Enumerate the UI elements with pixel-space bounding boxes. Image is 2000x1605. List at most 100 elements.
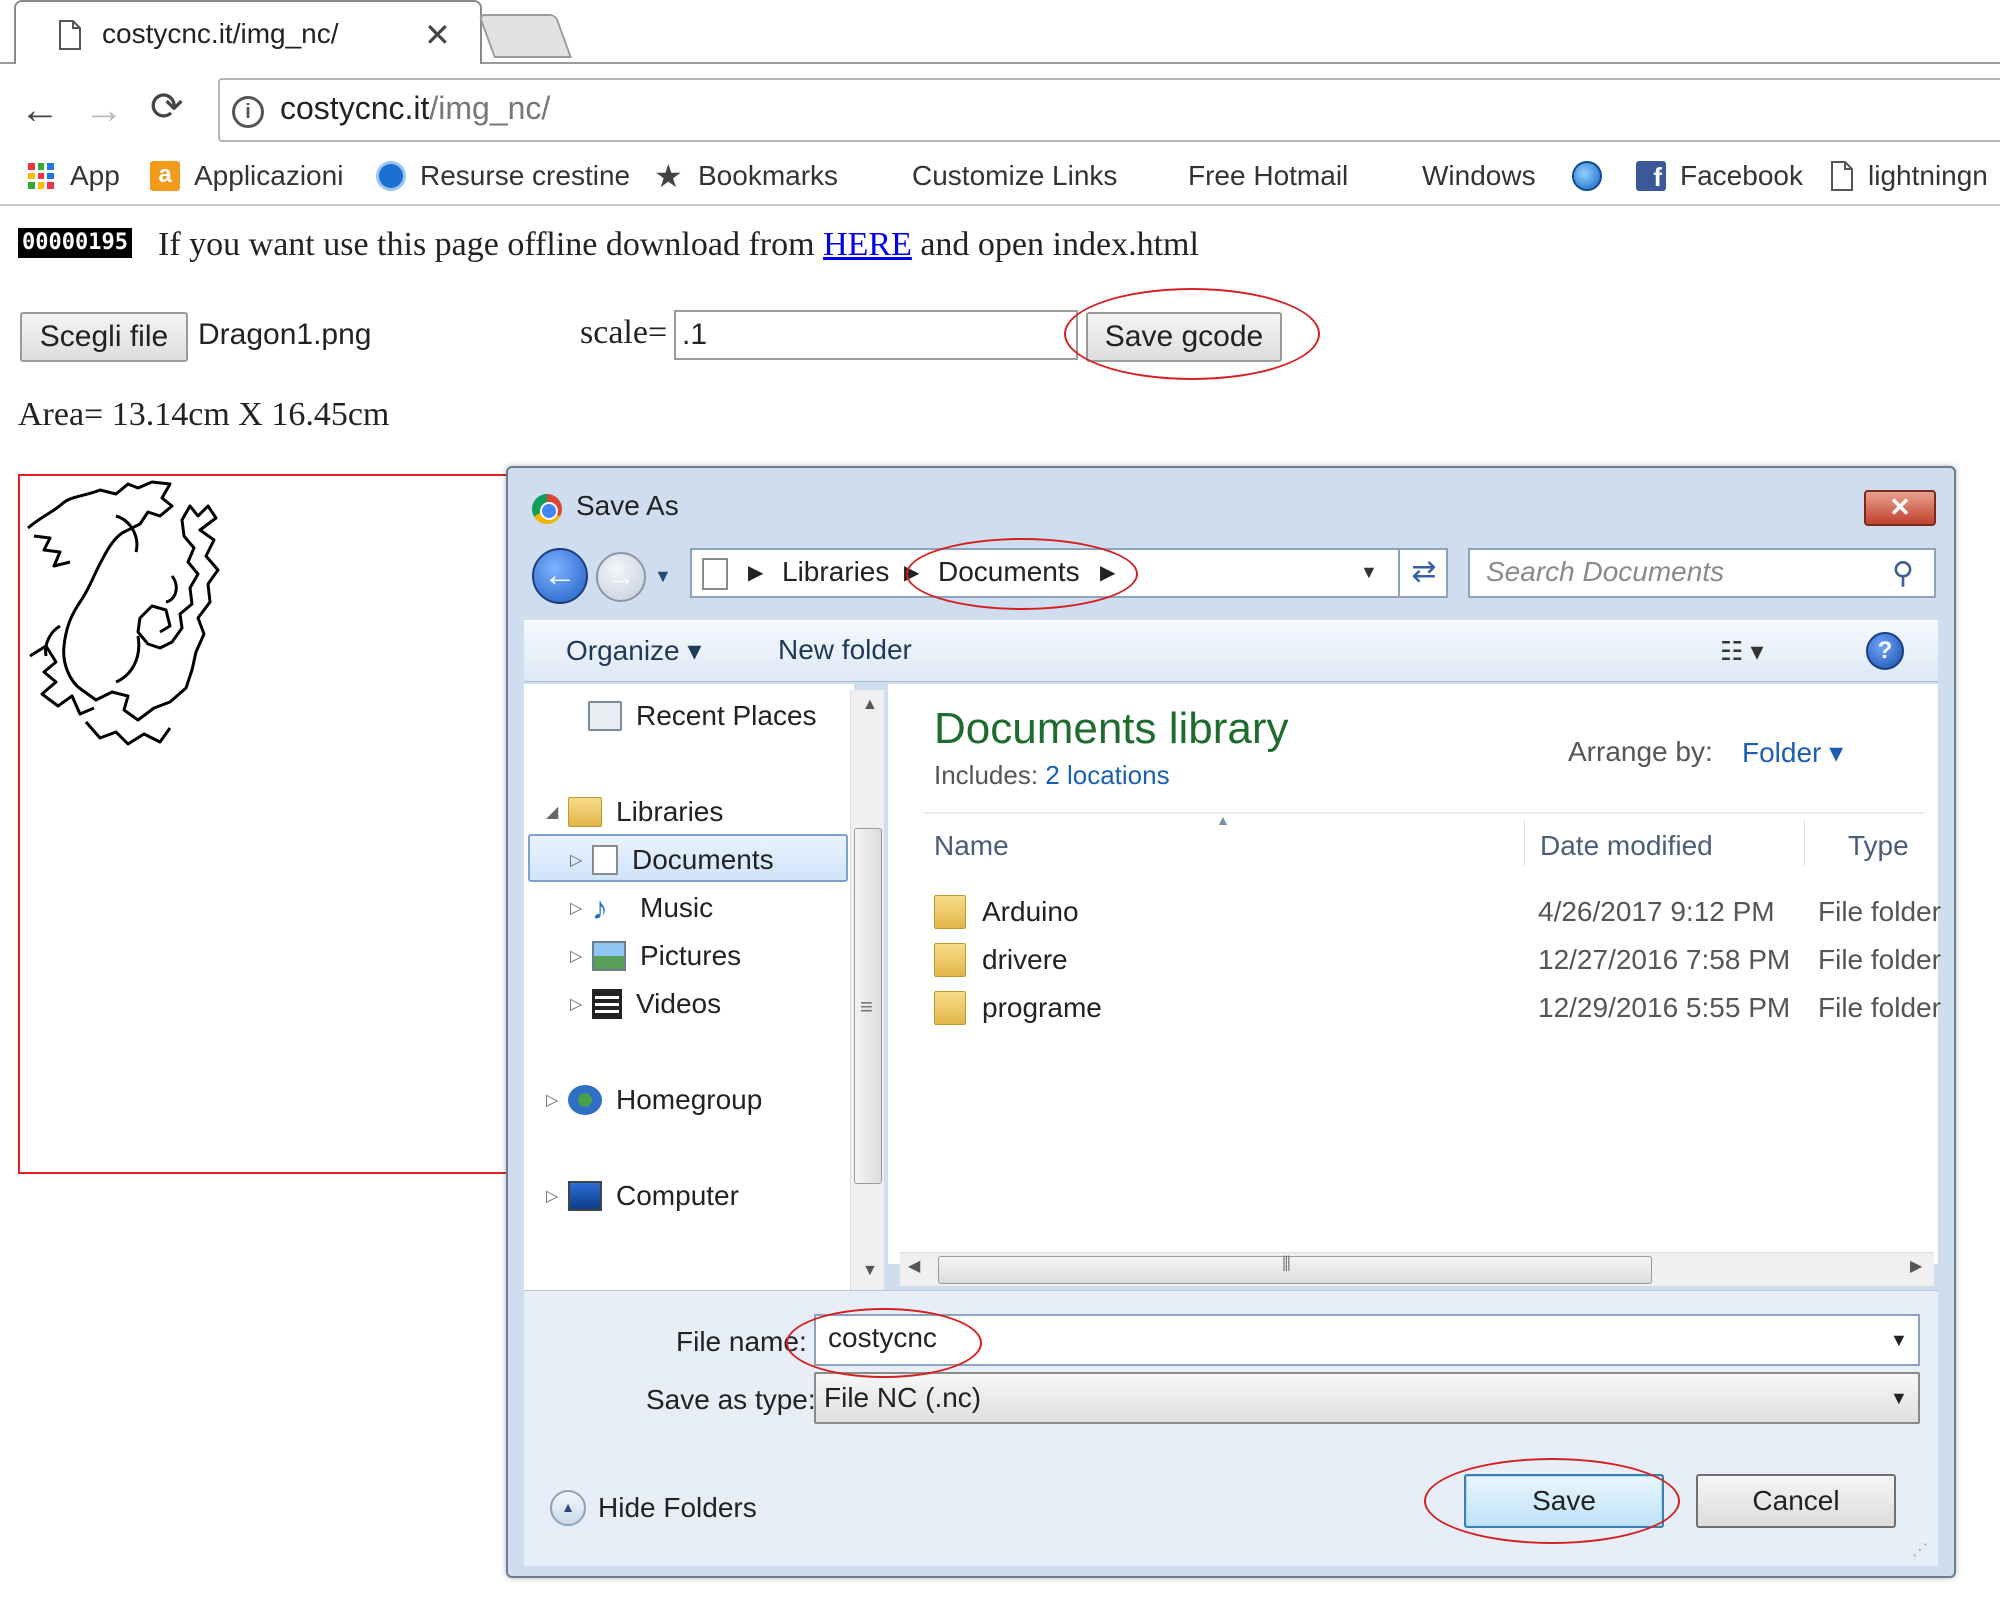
column-header-date[interactable]: Date modified [1540,830,1713,862]
organize-button[interactable]: Organize ▾ [566,634,701,667]
column-header-name[interactable]: Name [934,830,1009,862]
nav-item-recent-places[interactable]: Recent Places [566,694,817,738]
save-type-label: Save as type: [646,1384,816,1415]
includes-locations-link[interactable]: 2 locations [1045,760,1169,790]
chevron-up-icon[interactable]: ▲ [550,1490,586,1526]
bookmark-windows[interactable]: Windows [1378,154,1536,198]
file-row-date: 4/26/2017 9:12 PM [1538,896,1775,927]
resize-grip-icon[interactable]: ⋰ [1912,1540,1928,1560]
address-dropdown-icon[interactable]: ▼ [1360,562,1378,583]
bookmark-facebook[interactable]: f Facebook [1636,154,1803,198]
change-view-icon[interactable]: ☷ ▾ [1720,636,1764,667]
expand-icon[interactable]: ▷ [546,1186,568,1206]
column-divider[interactable] [1524,818,1525,866]
new-tab-button[interactable] [477,14,573,58]
download-link[interactable]: HERE [823,226,912,263]
nav-item-homegroup[interactable]: ▷ Homegroup [546,1078,762,1122]
libraries-icon [568,797,602,827]
expand-icon[interactable]: ▷ [570,946,592,966]
offline-text-before: If you want use this page offline downlo… [158,226,824,263]
save-gcode-button[interactable]: Save gcode [1086,312,1282,362]
new-folder-button[interactable]: New folder [778,634,912,666]
scroll-left-icon[interactable]: ◀ [908,1256,920,1276]
scroll-down-icon[interactable]: ▼ [862,1262,878,1280]
breadcrumb-arrow-icon[interactable]: ▶ [904,560,919,585]
breadcrumb-arrow-icon[interactable]: ▶ [748,560,763,585]
save-type-dropdown-icon[interactable]: ▼ [1890,1388,1908,1409]
music-icon: ♪ [592,890,608,926]
search-icon[interactable]: ⚲ [1892,556,1914,591]
scale-input[interactable]: .1 [674,310,1078,360]
nav-item-label: Videos [636,988,722,1019]
scroll-up-icon[interactable]: ▲ [862,696,878,714]
folder-icon [934,991,966,1025]
help-icon[interactable]: ? [1866,632,1904,670]
breadcrumb-documents[interactable]: Documents [938,556,1080,588]
nav-item-libraries[interactable]: ◢ Libraries [546,790,723,834]
nav-item-computer[interactable]: ▷ Computer [546,1174,739,1218]
site-info-icon[interactable]: i [232,96,264,128]
expand-icon[interactable]: ▷ [570,994,592,1014]
refresh-icon[interactable]: ⇄ [1398,550,1448,596]
expand-icon[interactable]: ▷ [546,1090,568,1110]
file-name-field[interactable] [814,1314,1920,1366]
url-text: costycnc.it/img_nc/ [280,90,550,127]
bookmark-applicazioni[interactable]: a Applicazioni [150,154,343,198]
sort-indicator-icon: ▲ [1216,812,1230,828]
file-name: programe [982,992,1102,1023]
arrange-by-dropdown[interactable]: Folder ▾ [1742,736,1843,769]
dialog-close-icon[interactable]: ✕ [1864,490,1936,526]
back-arrow-icon[interactable]: ← [20,88,60,133]
scroll-grip-icon: ≡ [860,994,873,1019]
cancel-button[interactable]: Cancel [1696,1474,1896,1528]
recent-locations-dropdown-icon[interactable]: ▼ [654,566,672,587]
file-name-dropdown-icon[interactable]: ▼ [1890,1330,1908,1351]
file-name: Arduino [982,896,1079,927]
bookmark-lightningn[interactable]: lightningn [1830,154,1988,198]
file-name-label: File name: [676,1326,807,1357]
bookmark-app[interactable]: App [26,154,120,198]
nav-item-documents[interactable]: ▷ Documents [570,838,774,882]
forward-arrow-icon[interactable]: → [84,88,124,133]
bookmark-globe[interactable] [1572,154,1616,198]
bookmark-label: App [70,160,120,191]
homegroup-icon [568,1085,602,1115]
nav-item-pictures[interactable]: ▷ Pictures [570,934,741,978]
file-name-value[interactable]: costycnc [828,1322,937,1354]
dialog-back-icon[interactable]: ← [532,548,588,604]
breadcrumb-arrow-icon[interactable]: ▶ [1100,560,1115,585]
file-row-name[interactable]: programe [934,988,1102,1028]
breadcrumb-libraries[interactable]: Libraries [782,556,889,588]
scroll-right-icon[interactable]: ▶ [1910,1256,1922,1276]
bookmark-free-hotmail[interactable]: Free Hotmail [1144,154,1348,198]
save-type-value[interactable]: File NC (.nc) [824,1382,981,1414]
hide-folders-button[interactable]: Hide Folders [598,1492,757,1524]
nav-item-label: Music [640,892,714,923]
collapse-icon[interactable]: ◢ [546,802,568,822]
videos-icon [592,989,622,1019]
horizontal-scroll-thumb[interactable] [938,1256,1652,1284]
tab-close-icon[interactable]: ✕ [424,16,451,54]
nav-item-music[interactable]: ▷ ♪ Music [570,886,713,930]
file-row-date: 12/29/2016 5:55 PM [1538,992,1791,1023]
bookmark-bookmarks[interactable]: ★ Bookmarks [654,154,838,198]
expand-icon[interactable]: ▷ [570,850,592,870]
area-readout: Area= 13.14cm X 16.45cm [18,396,390,433]
reload-icon[interactable]: ⟳ [150,84,184,130]
column-divider[interactable] [1804,818,1805,866]
bookmark-resurse-crestine[interactable]: Resurse crestine [376,154,630,198]
star-icon: ★ [654,158,683,194]
expand-icon[interactable]: ▷ [570,898,592,918]
nav-item-videos[interactable]: ▷ Videos [570,982,721,1026]
hit-counter: 00000195 [18,228,132,258]
includes-label: Includes: [934,760,1046,790]
save-button[interactable]: Save [1464,1474,1664,1528]
dialog-forward-icon[interactable]: → [596,552,646,602]
bookmark-customize-links[interactable]: Customize Links [868,154,1117,198]
column-header-type[interactable]: Type [1848,830,1909,862]
windows-logo-icon [1144,161,1174,191]
file-row-name[interactable]: Arduino [934,892,1079,932]
file-name: drivere [982,944,1068,975]
file-row-name[interactable]: drivere [934,940,1068,980]
choose-file-button[interactable]: Scegli file [20,312,188,362]
